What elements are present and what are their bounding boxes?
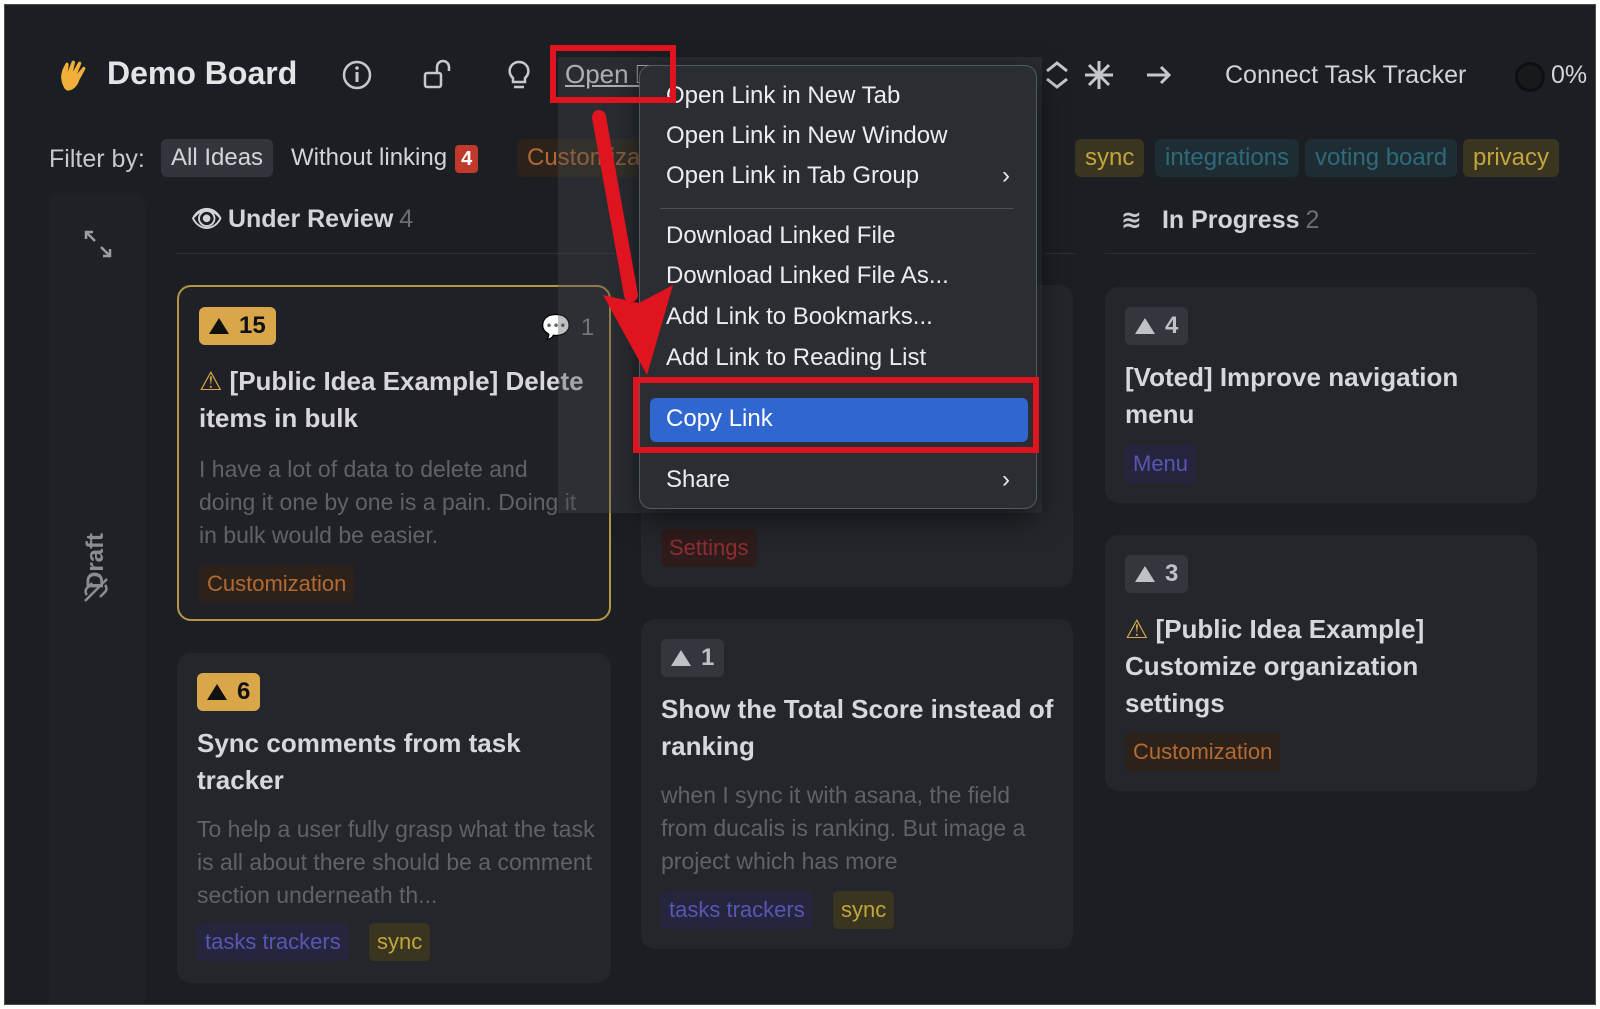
column-header-under-review: 👁 Under Review 4 [191,205,413,234]
vote-count: 15 [239,312,266,339]
chevron-right-icon: › [1002,162,1010,189]
idea-card[interactable]: 3 ⚠ [Public Idea Example] Customize orga… [1105,535,1537,791]
warning-icon: ⚠ [199,366,230,396]
card-tag[interactable]: Menu [1125,445,1197,483]
filter-label: Filter by: [49,145,145,173]
card-tag[interactable]: sync [369,923,431,961]
card-tag[interactable]: sync [833,891,895,929]
filter-chip-sync[interactable]: sync [1075,139,1145,177]
card-title: Sync comments from task tracker [197,728,521,795]
board-title: Demo Board [107,55,298,91]
waving-hand-icon [61,60,86,91]
menu-item-add-to-bookmarks[interactable]: Add Link to Bookmarks... [666,303,933,331]
card-tag[interactable]: Settings [661,529,757,567]
card-tag[interactable]: Customization [199,565,355,603]
card-title: ⚠ [Public Idea Example] Delete items in … [199,363,599,437]
idea-card[interactable]: 6 Sync comments from task tracker To hel… [177,653,611,983]
filter-chip-voting-board[interactable]: voting board [1305,139,1458,177]
card-title: Show the Total Score instead of ranking [661,694,1054,761]
menu-item-share[interactable]: Share [666,466,730,494]
arrow-right-icon[interactable] [1141,57,1177,93]
idea-card[interactable]: 1 Show the Total Score instead of rankin… [641,619,1073,949]
unlink-icon [84,578,108,602]
upvote-icon [207,684,227,700]
vote-button[interactable]: 4 [1125,307,1189,345]
upvote-icon [1135,566,1155,582]
annotation-arrow [592,110,673,375]
card-description: To help a user fully grasp what the task… [197,816,595,908]
menu-separator [660,208,1014,209]
chevron-right-icon: › [1002,466,1010,493]
sync-arrows-icon[interactable] [1039,57,1075,93]
card-tag[interactable]: tasks trackers [197,923,349,961]
filter-chip-all-ideas[interactable]: All Ideas [161,139,274,177]
column-divider [1105,253,1535,254]
column-header-in-progress: ≋ In Progress 2 [1121,205,1319,235]
annotation-box-copy-link [633,377,1039,453]
warning-icon: ⚠ [1125,614,1156,644]
column-title: Under Review [227,205,394,233]
card-tag[interactable]: tasks trackers [661,891,813,929]
vote-count: 4 [1165,312,1179,339]
vote-count: 3 [1165,560,1179,587]
menu-item-add-to-reading-list[interactable]: Add Link to Reading List [666,344,926,372]
card-title: [Voted] Improve navigation menu [1125,362,1459,429]
menu-item-open-new-window[interactable]: Open Link in New Window [666,122,947,150]
vote-button[interactable]: 6 [197,673,261,711]
lightbulb-icon[interactable] [501,57,537,93]
unlock-icon[interactable] [419,57,455,93]
column-title: In Progress [1161,206,1300,234]
vote-button[interactable]: 15 [199,307,276,345]
filter-chip-privacy[interactable]: privacy [1463,139,1560,177]
column-count: 4 [399,205,414,233]
card-description: when I sync it with asana, the field fro… [661,782,1026,874]
card-tag[interactable]: Customization [1125,733,1281,771]
upvote-icon [671,650,691,666]
filter-chip-without-linking[interactable]: Without linking 4 [281,139,488,177]
filter-chip-integrations[interactable]: integrations [1155,139,1300,177]
vote-count: 1 [701,644,715,671]
app-window: Demo Board Open ⎕ Connect Task Tracker 0… [4,4,1596,1005]
upvote-icon [1135,318,1155,334]
snowflake-icon[interactable] [1081,57,1117,93]
vote-button[interactable]: 3 [1125,555,1189,593]
eye-icon: 👁 [191,205,223,233]
card-description: I have a lot of data to delete and doing… [199,456,577,548]
menu-item-open-new-tab[interactable]: Open Link in New Tab [666,82,900,110]
expand-icon[interactable] [81,227,115,261]
connect-task-tracker-button[interactable]: Connect Task Tracker [1225,61,1466,90]
menu-item-download-linked-file-as[interactable]: Download Linked File As... [666,262,949,290]
card-title: ⚠ [Public Idea Example] Customize organi… [1125,611,1505,722]
filter-chip-without-label: Without linking [291,144,448,171]
menu-item-open-tab-group[interactable]: Open Link in Tab Group [666,162,919,190]
layers-icon: ≋ [1121,206,1142,234]
vote-button[interactable]: 1 [661,639,725,677]
idea-card[interactable]: 4 [Voted] Improve navigation menu Menu [1105,287,1537,503]
upvote-icon [209,318,229,334]
menu-item-download-linked-file[interactable]: Download Linked File [666,222,895,250]
idea-card[interactable]: 15 💬 1 ⚠ [Public Idea Example] Delete ite… [177,285,611,621]
vote-count: 6 [237,678,251,705]
column-count: 2 [1305,206,1320,234]
info-icon[interactable] [339,57,375,93]
without-linking-count-badge: 4 [455,145,479,173]
column-divider [175,253,615,254]
card-title-text: [Public Idea Example] Delete items in bu… [199,366,584,433]
progress-value: 0% [1551,61,1588,89]
column-divider [1045,253,1075,254]
card-title-text: [Public Idea Example] Customize organiza… [1125,614,1425,718]
progress-ring [1515,62,1545,92]
annotation-box-open [550,45,676,103]
